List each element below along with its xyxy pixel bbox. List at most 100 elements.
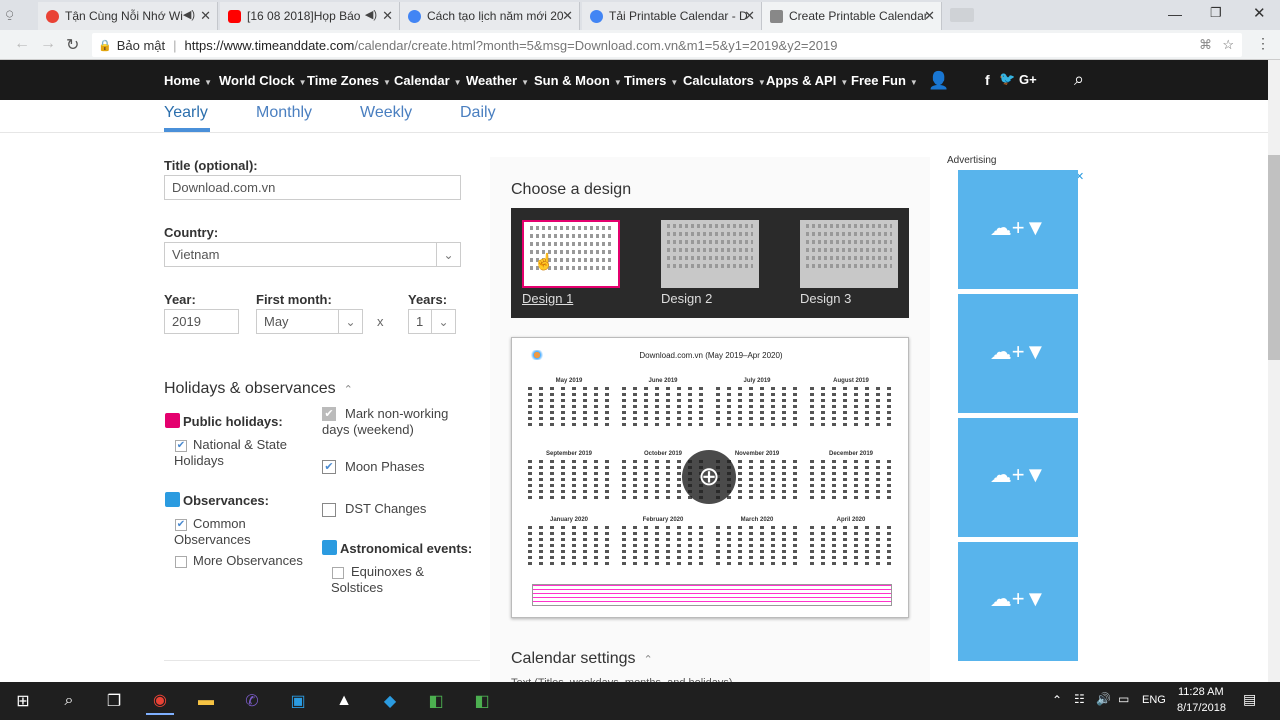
design-heading: Choose a design [511, 181, 632, 198]
twitter-icon[interactable]: 🐦 [999, 71, 1015, 87]
nav-apps-api[interactable]: Apps & API ▼ [766, 73, 848, 88]
first-month-select[interactable]: May ⌄ [256, 309, 363, 334]
zoom-icon[interactable]: ⊕ [682, 450, 736, 504]
nav-weather[interactable]: Weather ▼ [466, 73, 529, 88]
nav-calendar[interactable]: Calendar ▼ [394, 73, 462, 88]
month-name: February 2020 [642, 517, 684, 523]
dst-changes-label: DST Changes [345, 501, 427, 516]
minimize-button[interactable]: — [1168, 6, 1182, 22]
close-window-button[interactable]: ✕ [1253, 4, 1266, 22]
nav-label: Timers [624, 73, 667, 88]
viber-icon[interactable]: ✆ [238, 687, 266, 715]
youtube-favicon-icon [228, 9, 241, 23]
astronomical-label: Astronomical events: [340, 541, 473, 556]
preview-month: July 2019 [716, 378, 798, 426]
nav-sun-moon[interactable]: Sun & Moon ▼ [534, 73, 622, 88]
new-tab-button[interactable] [950, 8, 974, 22]
design-2-thumbnail[interactable] [661, 220, 759, 288]
moon-phases-checkbox[interactable]: ✔ [322, 460, 336, 474]
url-field[interactable]: 🔒 Bảo mật | https://www.timeanddate.com /… [92, 33, 1242, 57]
start-windows-icon[interactable]: ⊞ [9, 687, 37, 715]
scrollbar-thumb[interactable] [1268, 155, 1280, 360]
task-view-icon[interactable]: ❐ [100, 687, 128, 715]
browser-tab[interactable]: Tận Cùng Nỗi Nhớ Wi ◀) ✕ [38, 2, 218, 30]
settings-heading[interactable]: Calendar settings ⌃ [511, 650, 653, 668]
preview-month: December 2019 [810, 451, 892, 499]
years-select[interactable]: 1 ⌄ [408, 309, 456, 334]
bookmark-star-icon[interactable]: ☆ [1222, 37, 1234, 53]
more-observances-checkbox[interactable] [175, 556, 187, 568]
translate-icon[interactable]: ⌘ [1199, 37, 1212, 53]
nav-label: Time Zones [307, 73, 380, 88]
tab-daily[interactable]: Daily [460, 104, 496, 122]
design-2-label[interactable]: Design 2 [661, 291, 712, 306]
language-indicator[interactable]: ENG [1142, 694, 1166, 706]
first-month-value: May [264, 314, 289, 329]
chrome-icon[interactable]: ◉ [146, 687, 174, 715]
camtasia-icon[interactable]: ◧ [422, 687, 450, 715]
facebook-icon[interactable]: f [985, 72, 990, 88]
nav-time-zones[interactable]: Time Zones ▼ [307, 73, 391, 88]
back-icon[interactable]: ← [14, 35, 30, 53]
app-icon[interactable]: ◆ [376, 687, 404, 715]
country-select[interactable]: Vietnam ⌄ [164, 242, 461, 267]
nav-home[interactable]: Home ▼ [164, 73, 212, 88]
clock-time[interactable]: 11:28 AM [1178, 686, 1224, 698]
close-tab-icon[interactable]: ✕ [382, 8, 393, 24]
page-scrollbar[interactable] [1268, 60, 1280, 682]
speaker-icon[interactable]: ◀) [183, 8, 195, 21]
camtasia-icon[interactable]: ◧ [468, 687, 496, 715]
browser-tab[interactable]: Tải Printable Calendar - D ✕ [582, 2, 762, 30]
design-3-thumbnail[interactable] [800, 220, 898, 288]
month-name: May 2019 [555, 378, 583, 384]
browser-tab[interactable]: [16 08 2018]Họp Báo ◀) ✕ [220, 2, 400, 30]
speaker-icon[interactable]: ◀) [365, 8, 377, 21]
nav-timers[interactable]: Timers ▼ [624, 73, 678, 88]
clock-date[interactable]: 8/17/2018 [1177, 702, 1226, 714]
chrome-favicon-icon [590, 9, 603, 23]
photos-icon[interactable]: ▲ [330, 687, 358, 715]
url-separator: | [173, 37, 177, 53]
network-icon[interactable]: ☷ [1074, 692, 1085, 706]
search-icon[interactable]: ⌕ [1074, 69, 1084, 90]
dst-changes-checkbox[interactable] [322, 503, 336, 517]
tab-title: Tải Printable Calendar - D [609, 9, 748, 23]
browser-tab-active[interactable]: Create Printable Calendar ✕ [762, 2, 942, 30]
notification-icon[interactable]: ▤ [1243, 691, 1256, 708]
calendar-preview[interactable]: Download.com.vn (May 2019–Apr 2020) May … [511, 337, 909, 618]
user-icon[interactable]: 👤 [928, 71, 949, 91]
tab-yearly[interactable]: Yearly [164, 104, 208, 122]
public-holidays-label: Public holidays: [183, 414, 283, 429]
close-tab-icon[interactable]: ✕ [924, 8, 935, 24]
close-tab-icon[interactable]: ✕ [744, 8, 755, 24]
nav-free-fun[interactable]: Free Fun ▼ [851, 73, 918, 88]
tab-weekly[interactable]: Weekly [360, 104, 412, 122]
menu-icon[interactable]: ⋮ [1256, 35, 1270, 52]
design-1-label[interactable]: Design 1 [522, 291, 573, 306]
nav-calculators[interactable]: Calculators ▼ [683, 73, 766, 88]
caret-icon: ▼ [383, 78, 391, 87]
secure-label: Bảo mật [116, 37, 166, 53]
volume-icon[interactable]: 🔊 [1096, 692, 1111, 706]
design-3-label[interactable]: Design 3 [800, 291, 851, 306]
tray-chevron-icon[interactable]: ⌃ [1052, 693, 1062, 707]
close-tab-icon[interactable]: ✕ [562, 8, 573, 24]
year-input[interactable]: 2019 [164, 309, 239, 334]
maximize-button[interactable]: ❐ [1210, 5, 1222, 21]
reload-icon[interactable]: ↻ [66, 35, 79, 55]
close-tab-icon[interactable]: ✕ [200, 8, 211, 24]
title-input[interactable]: Download.com.vn [164, 175, 461, 200]
google-plus-icon[interactable]: G+ [1019, 72, 1037, 87]
search-icon[interactable]: ⌕ [55, 687, 83, 715]
url-path: /calendar/create.html?month=5&msg=Downlo… [354, 37, 838, 53]
browser-tab[interactable]: Cách tạo lịch năm mới 20 ✕ [400, 2, 580, 30]
tab-title: [16 08 2018]Họp Báo [247, 9, 361, 23]
wifi-icon[interactable]: ▭ [1118, 692, 1129, 706]
chevron-up-icon: ⌃ [643, 654, 653, 666]
nav-world-clock[interactable]: World Clock ▼ [219, 73, 307, 88]
tab-monthly[interactable]: Monthly [256, 104, 312, 122]
holidays-heading[interactable]: Holidays & observances ⌃ [164, 380, 353, 398]
file-explorer-icon[interactable]: ▬ [192, 687, 220, 715]
app-icon[interactable]: ▣ [284, 687, 312, 715]
forward-icon[interactable]: → [40, 35, 56, 53]
